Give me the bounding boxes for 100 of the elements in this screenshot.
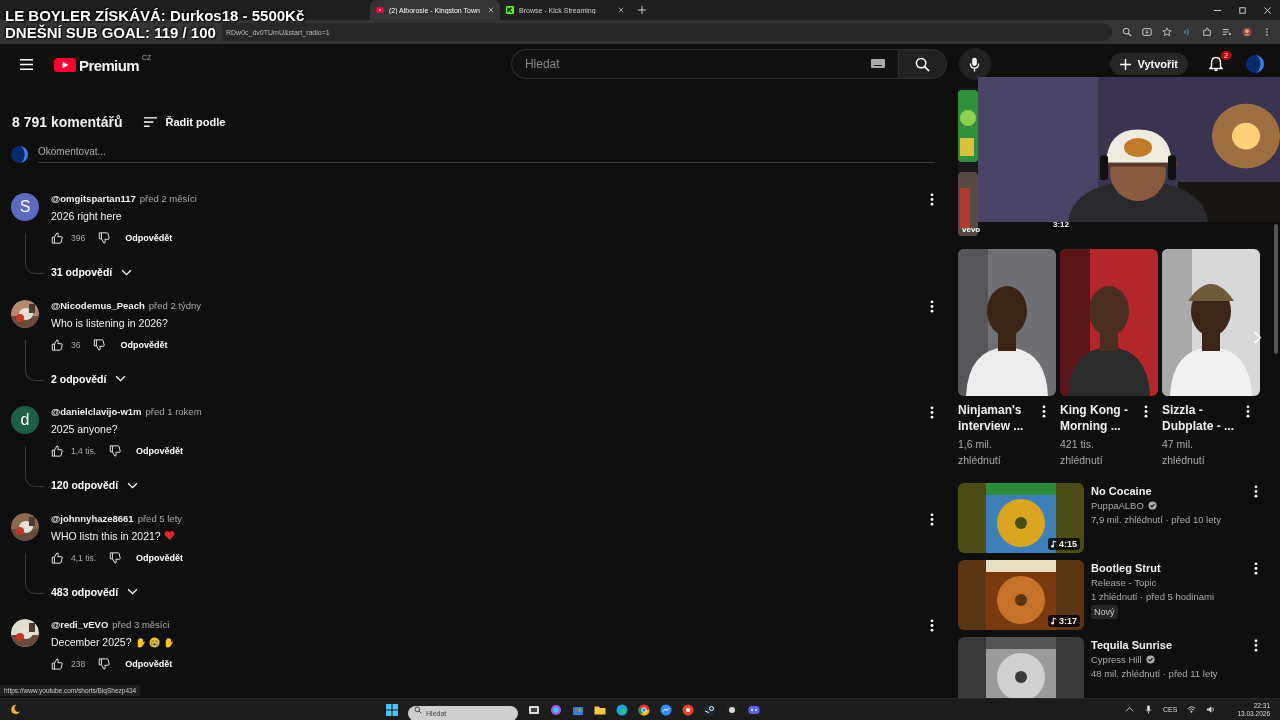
microphone-icon[interactable] xyxy=(1144,705,1154,714)
comment-time[interactable]: před 2 měsíci xyxy=(139,193,197,204)
create-button[interactable]: Vytvořit xyxy=(1110,53,1188,75)
comment-time[interactable]: před 5 lety xyxy=(137,512,183,524)
like-icon[interactable] xyxy=(51,658,63,670)
dislike-icon[interactable] xyxy=(98,232,111,244)
reply-button[interactable]: Odpovědět xyxy=(136,552,184,563)
new-badge: Nový xyxy=(1091,605,1118,619)
voice-search-button[interactable] xyxy=(958,48,991,80)
app-icon[interactable] xyxy=(726,703,739,716)
comment-author[interactable]: @johnnyhaze8661 xyxy=(51,512,134,524)
more-icon[interactable] xyxy=(930,619,934,632)
video-title[interactable]: No Cocaine xyxy=(1091,485,1221,497)
user-avatar[interactable]: S xyxy=(11,193,39,221)
more-icon[interactable] xyxy=(930,406,934,419)
like-icon[interactable] xyxy=(51,232,63,244)
zoom-icon[interactable] xyxy=(1122,27,1132,37)
reply-button[interactable]: Odpovědět xyxy=(125,233,173,243)
keyboard-icon[interactable] xyxy=(870,59,885,68)
channel-name[interactable]: PuppaALBO xyxy=(1091,500,1144,511)
reply-button[interactable]: Odpovědět xyxy=(125,659,173,669)
more-icon[interactable] xyxy=(1254,562,1258,575)
like-count: 4,1 tis. xyxy=(71,552,97,563)
app-icon[interactable] xyxy=(682,703,695,716)
reply-button[interactable]: Odpovědět xyxy=(120,339,168,350)
moon-icon[interactable] xyxy=(10,704,21,715)
channel-name[interactable]: Cypress Hill xyxy=(1091,654,1142,665)
comment-author[interactable]: @redi_vEVO xyxy=(51,619,109,630)
kick-icon xyxy=(506,6,514,14)
more-icon[interactable] xyxy=(930,299,934,313)
profile-icon[interactable] xyxy=(1242,27,1252,37)
extensions-icon[interactable] xyxy=(1202,27,1212,37)
audio-icon[interactable] xyxy=(1182,27,1192,37)
short-title[interactable]: King Kong - Morning ... xyxy=(1060,402,1140,434)
close-icon[interactable] xyxy=(488,7,494,13)
logo-text: Premium xyxy=(79,57,139,74)
messenger-icon[interactable] xyxy=(660,703,673,716)
dislike-icon[interactable] xyxy=(109,551,122,564)
replies-toggle[interactable]: 120 odpovědí xyxy=(51,479,139,491)
user-avatar[interactable]: d xyxy=(11,406,39,434)
vevo-label: vevo xyxy=(962,225,981,234)
dislike-icon[interactable] xyxy=(98,658,111,670)
comment-time[interactable]: před 3 měsíci xyxy=(112,619,170,630)
more-icon[interactable] xyxy=(1144,405,1148,418)
replies-toggle[interactable]: 31 odpovědí xyxy=(51,266,133,278)
replies-toggle[interactable]: 2 odpovědí xyxy=(51,372,127,385)
channel-name[interactable]: Release - Topic xyxy=(1091,577,1157,588)
copilot-icon[interactable] xyxy=(550,703,563,716)
comment-author[interactable]: @danielclavijo-w1m xyxy=(51,406,142,417)
chevron-right-icon[interactable] xyxy=(1253,331,1262,344)
star-icon[interactable] xyxy=(1162,27,1172,37)
chrome-icon[interactable] xyxy=(638,703,651,716)
comment-author[interactable]: @omgitspartan117 xyxy=(51,193,136,204)
reply-button[interactable]: Odpovědět xyxy=(136,446,184,456)
menu-icon[interactable] xyxy=(19,57,34,71)
sort-button[interactable]: Řadit podle xyxy=(142,116,226,128)
like-icon[interactable] xyxy=(51,338,63,351)
more-icon[interactable] xyxy=(930,512,934,526)
edge-icon[interactable] xyxy=(616,703,629,716)
more-icon[interactable] xyxy=(1042,405,1046,418)
volume-icon[interactable] xyxy=(1206,705,1216,714)
search-field[interactable]: Hledat xyxy=(510,49,899,79)
start-icon[interactable] xyxy=(386,703,399,716)
replies-toggle[interactable]: 483 odpovědí xyxy=(51,585,139,598)
short-title[interactable]: Ninjaman's interview ... xyxy=(958,402,1038,434)
like-icon[interactable] xyxy=(51,445,63,457)
dislike-icon[interactable] xyxy=(109,445,122,457)
search-button[interactable] xyxy=(898,49,947,79)
new-tab-icon[interactable] xyxy=(638,6,646,14)
discord-icon[interactable] xyxy=(748,703,761,716)
youtube-logo-icon[interactable] xyxy=(54,57,76,73)
install-icon[interactable] xyxy=(1142,27,1152,37)
avatar-icon xyxy=(11,146,28,163)
more-icon[interactable] xyxy=(1246,405,1250,418)
chevron-up-icon[interactable] xyxy=(1125,705,1135,714)
music-note-icon xyxy=(1051,617,1057,625)
comment-time[interactable]: před 2 týdny xyxy=(148,299,202,311)
more-icon[interactable] xyxy=(1254,485,1258,498)
avatar-icon[interactable] xyxy=(1246,55,1264,73)
steam-icon[interactable] xyxy=(704,703,717,716)
video-title[interactable]: Tequila Sunrise xyxy=(1091,639,1218,651)
restore-icon[interactable] xyxy=(1238,5,1247,15)
comment-field[interactable]: Okomentovat... xyxy=(38,146,935,163)
more-icon[interactable] xyxy=(1254,639,1258,652)
short-title[interactable]: Sizzla - Dubplate - ... xyxy=(1162,402,1242,434)
more-icon[interactable] xyxy=(930,193,934,206)
close-icon[interactable] xyxy=(1263,5,1272,15)
comment-time[interactable]: před 1 rokem xyxy=(145,406,202,417)
bell-icon[interactable] xyxy=(1208,56,1224,72)
comment-author[interactable]: @Nicodemus_Peach xyxy=(51,299,145,311)
like-count: 238 xyxy=(71,659,86,669)
close-icon[interactable] xyxy=(618,7,624,13)
like-icon[interactable] xyxy=(51,551,63,564)
wifi-icon[interactable] xyxy=(1187,705,1197,714)
dislike-icon[interactable] xyxy=(93,338,106,351)
scrollbar[interactable] xyxy=(1274,224,1278,354)
media-list-icon[interactable] xyxy=(1222,27,1232,37)
sort-icon xyxy=(142,116,158,128)
video-title[interactable]: Bootleg Strut xyxy=(1091,562,1215,574)
task-view-icon[interactable] xyxy=(528,703,541,716)
